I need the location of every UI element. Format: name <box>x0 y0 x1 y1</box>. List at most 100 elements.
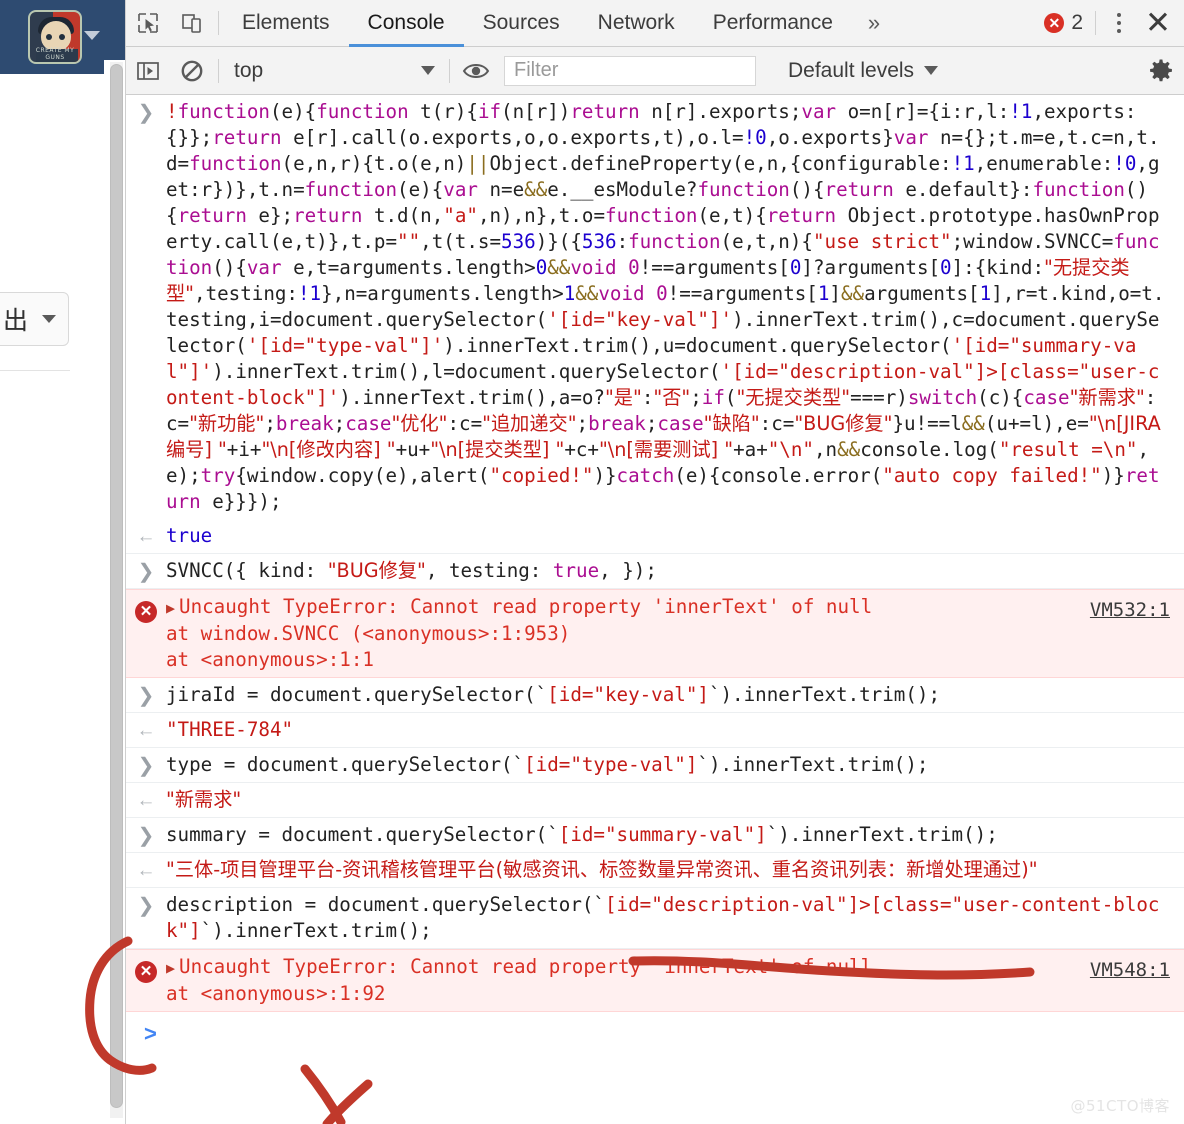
console-result: "THREE-784" <box>166 718 294 741</box>
console-row-input[interactable]: ❯ jiraId = document.querySelector(`[id="… <box>126 678 1184 713</box>
chevron-down-icon <box>42 315 56 323</box>
row-gutter: ✕ <box>126 594 166 623</box>
row-gutter: ❯ <box>126 682 166 706</box>
tab-console[interactable]: Console <box>349 0 464 47</box>
console-error-text: ▶ Uncaught TypeError: Cannot read propert… <box>166 594 872 673</box>
error-message: Uncaught TypeError: Cannot read property… <box>179 595 873 618</box>
console-row-error[interactable]: ✕ ▶ Uncaught TypeError: Cannot read prope… <box>126 949 1184 1012</box>
output-arrow-icon: ← <box>136 526 156 547</box>
error-count-label: 2 <box>1071 11 1083 34</box>
export-button-label: 出 <box>2 306 28 335</box>
output-arrow-icon: ← <box>136 720 156 741</box>
tab-performance[interactable]: Performance <box>694 0 852 47</box>
console-row-output[interactable]: ← "THREE-784" <box>126 713 1184 748</box>
console-row-output[interactable]: ← "新需求" <box>126 783 1184 818</box>
avatar-eye-left <box>46 34 52 40</box>
error-count-badge[interactable]: ✕ 2 <box>1036 11 1091 35</box>
watermark: @51CTO博客 <box>1070 1097 1170 1115</box>
console-prompt[interactable]: > <box>126 1012 1184 1056</box>
gear-icon[interactable] <box>1138 47 1184 95</box>
devtools-panel: Elements Console Sources Network Perform… <box>125 0 1184 1124</box>
devtools-tabbar: Elements Console Sources Network Perform… <box>126 0 1184 47</box>
devtools-toolbar-right: ✕ 2 ✕ <box>1036 0 1184 47</box>
console-row-input[interactable]: ❯ description = document.querySelector(`… <box>126 888 1184 949</box>
execution-context-label: top <box>234 58 264 82</box>
console-filterbar: top Filter Default levels <box>126 47 1184 95</box>
error-icon: ✕ <box>1044 13 1065 33</box>
console-row-error[interactable]: ✕ ▶ Uncaught TypeError: Cannot read prope… <box>126 589 1184 678</box>
console-error-text: ▶ Uncaught TypeError: Cannot read propert… <box>166 954 872 1007</box>
row-gutter: ❯ <box>126 892 166 916</box>
toolbar-divider <box>218 11 219 35</box>
input-arrow-icon: ❯ <box>137 825 155 847</box>
chevron-down-icon <box>924 66 939 75</box>
console-code: description = document.querySelector(`[i… <box>166 893 1160 942</box>
error-stack-line: at window.SVNCC (<anonymous>:1:953) <box>166 622 571 645</box>
toolbar-divider <box>1095 11 1096 35</box>
row-gutter: ❯ <box>126 99 166 123</box>
log-levels-label: Default levels <box>788 58 915 82</box>
console-code: !function(e){function t(r){if(n[r])retur… <box>166 100 1165 513</box>
output-arrow-icon: ← <box>136 860 156 881</box>
input-arrow-icon: ❯ <box>137 102 155 124</box>
console-log-area[interactable]: ❯ !function(e){function t(r){if(n[r])ret… <box>126 95 1184 1124</box>
tab-network[interactable]: Network <box>579 0 694 47</box>
row-gutter: ← <box>126 717 166 740</box>
close-icon[interactable]: ✕ <box>1138 0 1178 47</box>
error-source-link[interactable]: VM548:1 <box>1090 959 1170 981</box>
toolbar-divider <box>218 58 219 83</box>
row-gutter: ❯ <box>126 822 166 846</box>
chevron-down-icon[interactable] <box>84 31 100 40</box>
row-gutter: ❯ <box>126 752 166 776</box>
console-row-input[interactable]: ❯ summary = document.querySelector(`[id=… <box>126 818 1184 853</box>
error-message: Uncaught TypeError: Cannot read property… <box>179 955 873 978</box>
live-expression-icon[interactable] <box>454 47 498 94</box>
toolbar-divider <box>449 58 450 83</box>
input-arrow-icon: ❯ <box>137 561 155 583</box>
error-stack-line: at <anonymous>:1:92 <box>166 982 386 1005</box>
avatar-eye-right <box>59 34 65 40</box>
console-row-output[interactable]: ← true <box>126 519 1184 554</box>
error-stack-line: at <anonymous>:1:1 <box>166 648 374 671</box>
output-arrow-icon: ← <box>136 790 156 811</box>
console-code: type = document.querySelector(`[id="type… <box>166 753 929 776</box>
console-result: true <box>166 524 213 547</box>
tab-sources[interactable]: Sources <box>464 0 579 47</box>
error-icon: ✕ <box>135 961 157 983</box>
clear-console-icon[interactable] <box>170 47 214 94</box>
console-row-input[interactable]: ❯ type = document.querySelector(`[id="ty… <box>126 748 1184 783</box>
chevron-down-icon <box>421 66 435 75</box>
console-row-input[interactable]: ❯ SVNCC({ kind: "BUG修复", testing: true, … <box>126 554 1184 589</box>
kebab-menu-icon[interactable] <box>1100 0 1138 47</box>
device-toolbar-icon[interactable] <box>170 0 214 47</box>
inspect-element-icon[interactable] <box>126 0 170 47</box>
screenshot-root: CREATE MY GUNS 出 Elements Console Source… <box>0 0 1184 1124</box>
log-levels-select[interactable]: Default levels <box>788 58 939 83</box>
input-arrow-icon: ❯ <box>137 685 155 707</box>
prompt-caret-icon: > <box>144 1021 157 1046</box>
row-gutter: ❯ <box>126 558 166 582</box>
input-arrow-icon: ❯ <box>137 895 155 917</box>
console-row-output[interactable]: ← "三体-项目管理平台-资讯稽核管理平台(敏感资讯、标签数量异常资讯、重名资讯… <box>126 853 1184 888</box>
execution-context-select[interactable]: top <box>223 54 445 88</box>
export-button[interactable]: 出 <box>0 292 69 346</box>
error-source-link[interactable]: VM532:1 <box>1090 599 1170 621</box>
page-scrollbar-thumb[interactable] <box>110 64 123 1108</box>
console-result: "三体-项目管理平台-资讯稽核管理平台(敏感资讯、标签数量异常资讯、重名资讯列表… <box>166 858 1038 881</box>
page-divider <box>0 370 70 371</box>
input-arrow-icon: ❯ <box>137 755 155 777</box>
console-row-input[interactable]: ❯ !function(e){function t(r){if(n[r])ret… <box>126 95 1184 519</box>
console-code: SVNCC({ kind: "BUG修复", testing: true, })… <box>166 559 657 582</box>
avatar[interactable]: CREATE MY GUNS <box>28 10 82 64</box>
tab-elements[interactable]: Elements <box>223 0 349 47</box>
row-gutter: ✕ <box>126 954 166 983</box>
console-result: "新需求" <box>166 788 242 811</box>
filter-input[interactable]: Filter <box>504 55 756 86</box>
expand-triangle-icon[interactable]: ▶ <box>166 959 175 977</box>
error-icon: ✕ <box>135 601 157 623</box>
console-code: jiraId = document.querySelector(`[id="ke… <box>166 683 940 706</box>
more-tabs-button[interactable]: » <box>852 10 896 36</box>
row-gutter: ← <box>126 787 166 810</box>
console-sidebar-icon[interactable] <box>126 47 170 94</box>
expand-triangle-icon[interactable]: ▶ <box>166 599 175 617</box>
